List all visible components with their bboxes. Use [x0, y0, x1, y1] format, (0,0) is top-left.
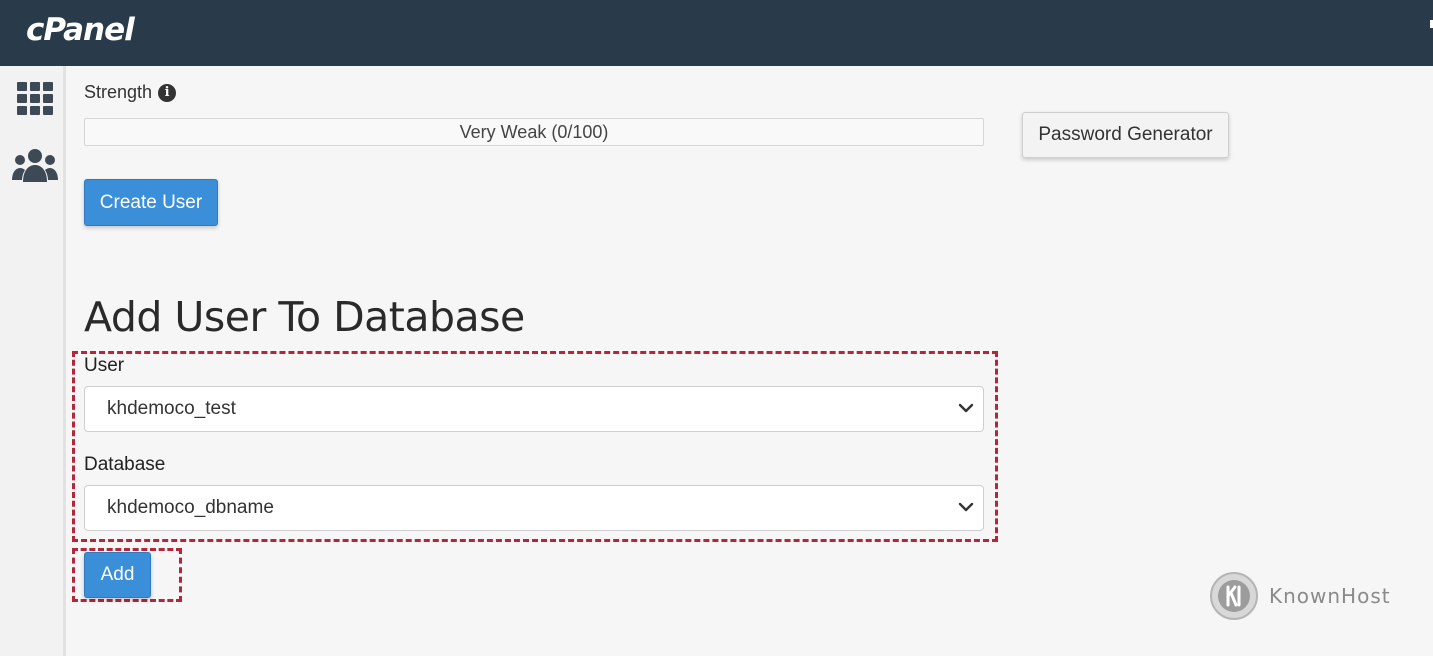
- cpanel-logo[interactable]: cPanel: [26, 12, 135, 48]
- info-icon[interactable]: i: [158, 83, 177, 102]
- user-field-label: User: [84, 355, 125, 376]
- database-field-label: Database: [84, 454, 166, 475]
- user-select-value: khdemoco_test: [107, 398, 236, 419]
- strength-label-row: Strength i: [84, 82, 177, 103]
- knownhost-logo-icon: [1210, 572, 1258, 620]
- create-user-button[interactable]: Create User: [84, 179, 218, 226]
- watermark-text: KnownHost: [1269, 584, 1391, 608]
- database-select[interactable]: khdemoco_dbname: [84, 485, 984, 531]
- strength-label: Strength: [84, 82, 153, 102]
- chevron-down-icon: [958, 403, 974, 413]
- users-icon[interactable]: [12, 148, 58, 189]
- database-select-value: khdemoco_dbname: [107, 497, 274, 518]
- password-strength-meter: Very Weak (0/100): [84, 118, 984, 146]
- strength-value-text: Very Weak (0/100): [459, 121, 609, 142]
- user-select[interactable]: khdemoco_test: [84, 386, 984, 432]
- chevron-down-icon: [958, 502, 974, 512]
- knownhost-watermark: KnownHost: [1209, 571, 1391, 621]
- apps-grid-icon[interactable]: [17, 82, 55, 121]
- top-header-bar: cPanel: [0, 0, 1433, 66]
- add-user-to-database-title: Add User To Database: [84, 293, 525, 341]
- left-sidebar: [0, 66, 66, 656]
- add-button[interactable]: Add: [84, 552, 151, 598]
- password-generator-button[interactable]: Password Generator: [1022, 112, 1229, 158]
